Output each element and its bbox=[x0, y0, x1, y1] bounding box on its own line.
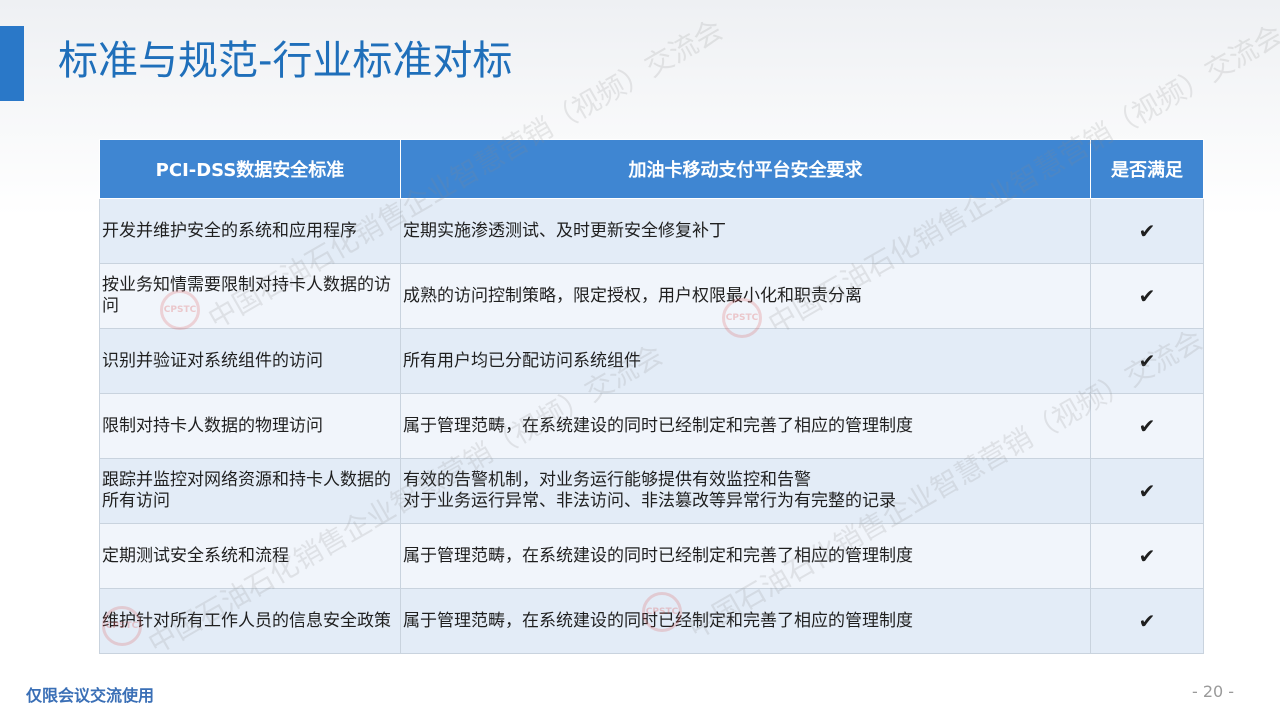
checkmark-icon: ✔ bbox=[1090, 393, 1204, 459]
page-number: - 20 - bbox=[1192, 682, 1235, 701]
header-compliance: 是否满足 bbox=[1090, 139, 1204, 199]
standards-comparison-table: PCI-DSS数据安全标准 加油卡移动支付平台安全要求 是否满足 开发并维护安全… bbox=[99, 139, 1204, 654]
title-accent-bar bbox=[0, 26, 24, 101]
table-row: 维护针对所有工作人员的信息安全政策 属于管理范畴，在系统建设的同时已经制定和完善… bbox=[99, 588, 1204, 654]
checkmark-icon: ✔ bbox=[1090, 523, 1204, 589]
standard-cell: 定期测试安全系统和流程 bbox=[99, 523, 401, 589]
table-row: 开发并维护安全的系统和应用程序 定期实施渗透测试、及时更新安全修复补丁 ✔ bbox=[99, 198, 1204, 264]
requirement-cell: 所有用户均已分配访问系统组件 bbox=[400, 328, 1091, 394]
checkmark-icon: ✔ bbox=[1090, 458, 1204, 524]
standard-cell: 跟踪并监控对网络资源和持卡人数据的所有访问 bbox=[99, 458, 401, 524]
table-row: 限制对持卡人数据的物理访问 属于管理范畴，在系统建设的同时已经制定和完善了相应的… bbox=[99, 393, 1204, 459]
requirement-cell: 有效的告警机制，对业务运行能够提供有效监控和告警 对于业务运行异常、非法访问、非… bbox=[400, 458, 1091, 524]
requirement-cell: 属于管理范畴，在系统建设的同时已经制定和完善了相应的管理制度 bbox=[400, 523, 1091, 589]
footer-note: 仅限会议交流使用 bbox=[26, 686, 155, 705]
checkmark-icon: ✔ bbox=[1090, 328, 1204, 394]
header-platform-requirement: 加油卡移动支付平台安全要求 bbox=[400, 139, 1091, 199]
checkmark-icon: ✔ bbox=[1090, 263, 1204, 329]
table-row: 跟踪并监控对网络资源和持卡人数据的所有访问 有效的告警机制，对业务运行能够提供有… bbox=[99, 458, 1204, 524]
requirement-cell: 属于管理范畴，在系统建设的同时已经制定和完善了相应的管理制度 bbox=[400, 393, 1091, 459]
slide-title: 标准与规范-行业标准对标 bbox=[58, 38, 513, 84]
requirement-cell: 成熟的访问控制策略，限定授权，用户权限最小化和职责分离 bbox=[400, 263, 1091, 329]
table-header-row: PCI-DSS数据安全标准 加油卡移动支付平台安全要求 是否满足 bbox=[99, 139, 1204, 199]
standard-cell: 开发并维护安全的系统和应用程序 bbox=[99, 198, 401, 264]
standard-cell: 按业务知情需要限制对持卡人数据的访问 bbox=[99, 263, 401, 329]
standard-cell: 维护针对所有工作人员的信息安全政策 bbox=[99, 588, 401, 654]
requirement-cell: 属于管理范畴，在系统建设的同时已经制定和完善了相应的管理制度 bbox=[400, 588, 1091, 654]
table-row: 按业务知情需要限制对持卡人数据的访问 成熟的访问控制策略，限定授权，用户权限最小… bbox=[99, 263, 1204, 329]
table-row: 识别并验证对系统组件的访问 所有用户均已分配访问系统组件 ✔ bbox=[99, 328, 1204, 394]
requirement-cell: 定期实施渗透测试、及时更新安全修复补丁 bbox=[400, 198, 1091, 264]
checkmark-icon: ✔ bbox=[1090, 198, 1204, 264]
table-row: 定期测试安全系统和流程 属于管理范畴，在系统建设的同时已经制定和完善了相应的管理… bbox=[99, 523, 1204, 589]
standard-cell: 识别并验证对系统组件的访问 bbox=[99, 328, 401, 394]
checkmark-icon: ✔ bbox=[1090, 588, 1204, 654]
header-pci-dss-standard: PCI-DSS数据安全标准 bbox=[99, 139, 401, 199]
standard-cell: 限制对持卡人数据的物理访问 bbox=[99, 393, 401, 459]
